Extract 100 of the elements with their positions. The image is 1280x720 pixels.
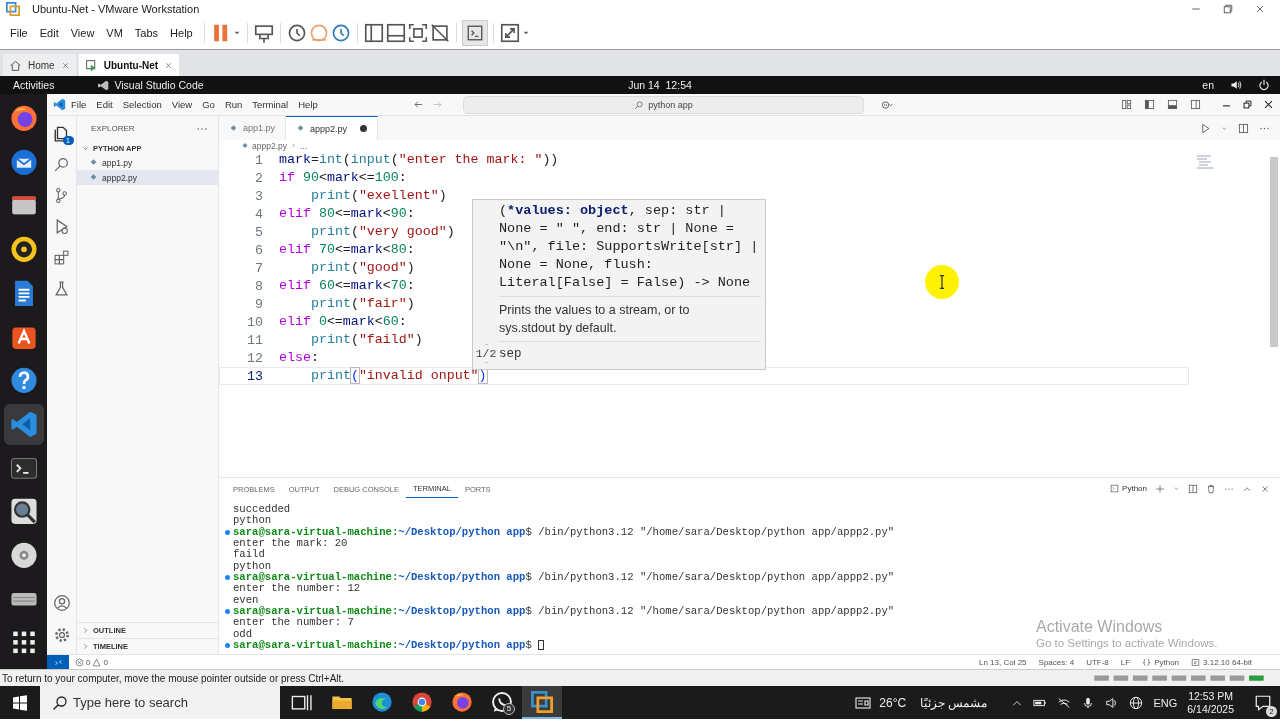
explorer-entry[interactable]: appp2.py: [77, 170, 218, 185]
menu-item[interactable]: Run: [219, 97, 248, 112]
account-icon[interactable]: [52, 594, 71, 612]
code-line: print("invalid onput"): [310, 367, 487, 385]
start-icon[interactable]: [12, 694, 28, 711]
toggle-sidebar-icon[interactable]: [1144, 99, 1155, 110]
power-icon[interactable]: [1258, 79, 1270, 91]
trash-icon[interactable]: [1206, 483, 1216, 494]
count-badge: 5: [503, 703, 515, 715]
signature-text: (*values: object, sep: str | None = " ", end: str | None = "\n", file: SupportsWrite[str] | None = None, flush: Literal[False] = False) -> None: [499, 202, 761, 297]
menu-item[interactable]: Edit: [33, 24, 65, 42]
plus-icon[interactable]: [1155, 483, 1165, 494]
clock[interactable]: Jun 14 12:54: [588, 79, 692, 91]
panel-view-icon[interactable]: [384, 22, 407, 44]
menu-item[interactable]: Selection: [117, 97, 167, 112]
extensions-icon[interactable]: [53, 249, 70, 266]
status-dot-icon: [225, 574, 230, 580]
code-line: print("good"): [310, 259, 415, 277]
line-number: 1: [254, 152, 263, 168]
line-number: 12: [246, 350, 263, 366]
warning-icon: [92, 657, 102, 667]
menu-item[interactable]: Go: [197, 97, 220, 112]
menu-item[interactable]: View: [64, 24, 101, 42]
count-badge: 2: [1266, 705, 1277, 717]
source-control-icon[interactable]: [53, 187, 70, 204]
menu-item[interactable]: VM: [100, 24, 129, 42]
menu-item[interactable]: Tabs: [128, 24, 165, 42]
settings-icon[interactable]: [52, 626, 71, 644]
editor-tab[interactable]: appp2.py: [286, 116, 379, 140]
layout-icon[interactable]: [1121, 99, 1132, 110]
toggle-panel-icon[interactable]: [1167, 99, 1178, 110]
close-icon[interactable]: [1263, 99, 1274, 110]
volume-icon[interactable]: [1230, 79, 1242, 91]
menu-item[interactable]: File: [4, 24, 34, 42]
minimap-drawing: [1194, 154, 1216, 170]
flask-icon[interactable]: [53, 280, 70, 297]
network-off-icon[interactable]: [1057, 695, 1072, 710]
terminal-output: succedded: [233, 503, 291, 515]
clock[interactable]: 12:53 PM 6/14/2025: [1187, 689, 1234, 716]
language-indicator[interactable]: ENG: [1153, 696, 1178, 709]
globe-icon[interactable]: [1129, 695, 1144, 710]
python-file-icon: [296, 124, 306, 133]
send-keys-icon[interactable]: [252, 22, 275, 44]
sidebar-view-icon[interactable]: [362, 22, 385, 44]
language-mode[interactable]: Python: [1142, 657, 1180, 667]
scrollbar[interactable]: [1270, 157, 1278, 347]
activation-notice: Activate Windows: [1036, 617, 1164, 636]
menu-item[interactable]: Edit: [91, 97, 118, 112]
command-center-field[interactable]: python app: [463, 95, 864, 114]
interpreter-selector[interactable]: 3.12.10 64-bit: [1191, 657, 1252, 667]
code-line: print("exellent"): [310, 187, 447, 205]
run-icon[interactable]: [1200, 122, 1211, 134]
braces-icon: [1142, 657, 1152, 667]
parameter-name: sep: [499, 346, 522, 361]
menu-item[interactable]: View: [166, 97, 198, 112]
overload-counter: 1/2: [475, 347, 497, 360]
menu-item[interactable]: File: [66, 97, 92, 112]
toggle-secondary-sidebar-icon[interactable]: [1190, 99, 1201, 110]
menu-item[interactable]: Terminal: [247, 97, 294, 112]
tab[interactable]: Home: [3, 54, 76, 76]
activation-notice: Go to Settings to activate Windows.: [1036, 636, 1218, 651]
back-arrow-icon[interactable]: [413, 99, 424, 110]
restore-icon[interactable]: [1222, 2, 1234, 15]
terminal-profile[interactable]: Python: [1110, 484, 1147, 493]
search-field[interactable]: Type here to search: [40, 686, 280, 719]
terminal-prompt: sara@sara-virtual-machine:~/Desktop/python app$ /bin/python3.12 "/home/sara/Desktop/python app/appp2.py": [233, 570, 895, 583]
status-dot-icon: [225, 608, 230, 614]
cursor-position[interactable]: Ln 13, Col 25: [978, 657, 1027, 667]
breadcrumb-item[interactable]: appp2.py: [241, 140, 287, 151]
problems-indicator[interactable]: 0 0: [69, 657, 108, 667]
restore-icon[interactable]: [1242, 99, 1253, 110]
status-dot-icon: [225, 529, 230, 535]
line-number: 8: [254, 278, 263, 294]
notification-icon[interactable]: [1254, 693, 1272, 712]
interpreter-icon: [1191, 657, 1201, 667]
line-number: 6: [254, 242, 263, 258]
no-view-icon[interactable]: [428, 22, 451, 44]
fullscreen-icon[interactable]: [498, 22, 521, 44]
code-line: elif 60<=mark<70:: [279, 277, 415, 295]
activities-button[interactable]: Activities: [13, 79, 55, 91]
vm-icon[interactable]: [522, 686, 562, 719]
documentation-text: Prints the values to a stream, or to sys.stdout by default.: [499, 297, 761, 342]
weather-icon: [853, 694, 874, 711]
console-view-button[interactable]: [461, 20, 488, 46]
encoding-setting[interactable]: UTF-8: [1086, 657, 1109, 667]
search-icon[interactable]: [53, 156, 70, 173]
terminal-cursor: [537, 639, 544, 650]
line-number: 7: [254, 260, 263, 276]
explorer-entry[interactable]: app1.py: [77, 155, 218, 170]
indentation-setting[interactable]: Spaces: 4: [1038, 657, 1075, 667]
tab[interactable]: Ubuntu-Net: [78, 54, 180, 76]
menu-item[interactable]: Help: [293, 97, 323, 112]
menu-item[interactable]: Help: [164, 24, 199, 42]
fit-view-icon[interactable]: [406, 22, 429, 44]
terminal-output: enter the mark: 20: [233, 537, 348, 549]
split-terminal-icon[interactable]: [1188, 483, 1198, 494]
input-source[interactable]: en: [1202, 79, 1214, 91]
breadcrumb-item[interactable]: ...: [300, 140, 308, 151]
line-ending-setting[interactable]: LF: [1120, 657, 1131, 667]
split-editor-icon[interactable]: [1238, 122, 1249, 134]
